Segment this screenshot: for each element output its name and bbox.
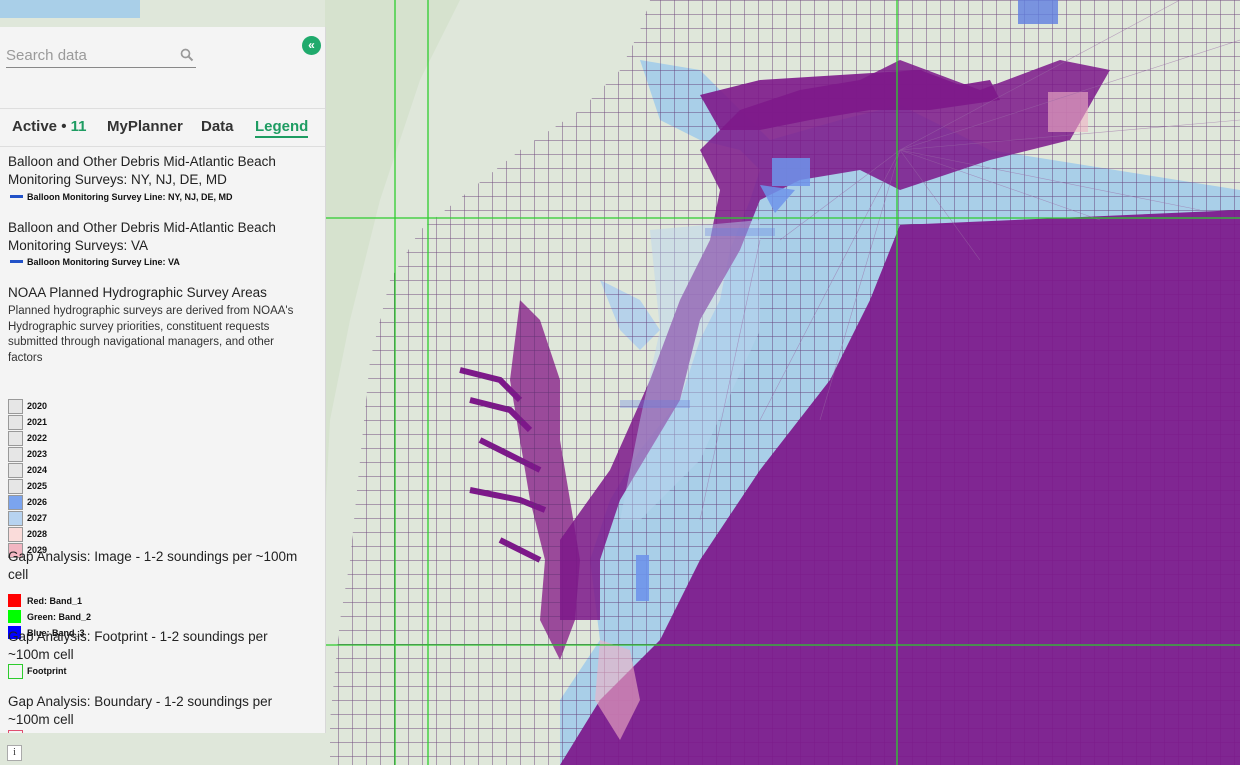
boundary-swatch (8, 730, 23, 733)
legend-description-noaa: Planned hydrographic surveys are derived… (8, 305, 294, 364)
info-button[interactable]: i (7, 745, 22, 761)
year-swatch (8, 399, 23, 414)
footprint-swatch (8, 664, 23, 679)
survey-area-2026-c (636, 555, 649, 601)
tab-bar: Active • 11 MyPlanner Data Legend (0, 108, 325, 147)
tab-myplanner[interactable]: MyPlanner (107, 118, 183, 135)
legend-title-gap-footprint: Gap Analysis: Footprint - 1-2 soundings … (8, 629, 268, 662)
search-icon[interactable] (180, 48, 194, 62)
tab-active-label: Active • (12, 118, 67, 135)
search-box (6, 45, 196, 68)
year-swatch (8, 527, 23, 542)
legend-item-label: 2021 (27, 417, 48, 427)
legend-item-label: Footprint (27, 666, 67, 676)
year-swatch (8, 511, 23, 526)
legend-item-label: 2023 (27, 449, 48, 459)
legend-title-balloon-va: Balloon and Other Debris Mid-Atlantic Be… (8, 220, 276, 253)
legend-item-label: Balloon Monitoring Survey Line: NY, NJ, … (27, 192, 233, 202)
year-swatch (8, 415, 23, 430)
legend-title-balloon-ny: Balloon and Other Debris Mid-Atlantic Be… (8, 154, 276, 187)
legend-item-label: Green: Band_2 (27, 612, 92, 622)
tab-active[interactable]: Active • 11 (12, 118, 86, 135)
tab-active-count: 11 (70, 118, 87, 135)
legend-item-label: 2024 (27, 465, 48, 475)
survey-area-2026 (772, 158, 810, 186)
legend-item-label: Red: Band_1 (27, 596, 83, 606)
legend-title-noaa: NOAA Planned Hydrographic Survey Areas (8, 285, 267, 300)
tab-data[interactable]: Data (201, 118, 234, 135)
year-swatch (8, 463, 23, 478)
year-swatch (8, 479, 23, 494)
tab-legend[interactable]: Legend (255, 118, 309, 138)
legend-item-label: 2020 (27, 401, 48, 411)
line-swatch (10, 260, 23, 263)
corner-water (0, 0, 140, 18)
year-swatch (8, 447, 23, 462)
search-input[interactable] (6, 45, 176, 65)
survey-area-2029-b (1048, 92, 1088, 132)
legend-item-label: Balloon Monitoring Survey Line: VA (27, 257, 180, 267)
side-panel: « Active • 11 MyPlanner Data Legend Ball… (0, 27, 326, 733)
legend-item-label: 2025 (27, 481, 48, 491)
year-swatch (8, 431, 23, 446)
legend-title-gap-boundary: Gap Analysis: Boundary - 1-2 soundings p… (8, 694, 273, 727)
double-chevron-left-icon: « (308, 38, 315, 52)
collapse-panel-button[interactable]: « (302, 36, 321, 55)
legend-item-label: 2022 (27, 433, 48, 443)
band-swatch (8, 610, 21, 623)
band-swatch (8, 594, 21, 607)
legend-item-label: 2028 (27, 529, 48, 539)
legend-title-gap-image: Gap Analysis: Image - 1-2 soundings per … (8, 549, 298, 582)
legend-item-label: 2026 (27, 497, 48, 507)
year-swatch (8, 495, 23, 510)
legend-item-label: 2027 (27, 513, 48, 523)
line-swatch (10, 195, 23, 198)
